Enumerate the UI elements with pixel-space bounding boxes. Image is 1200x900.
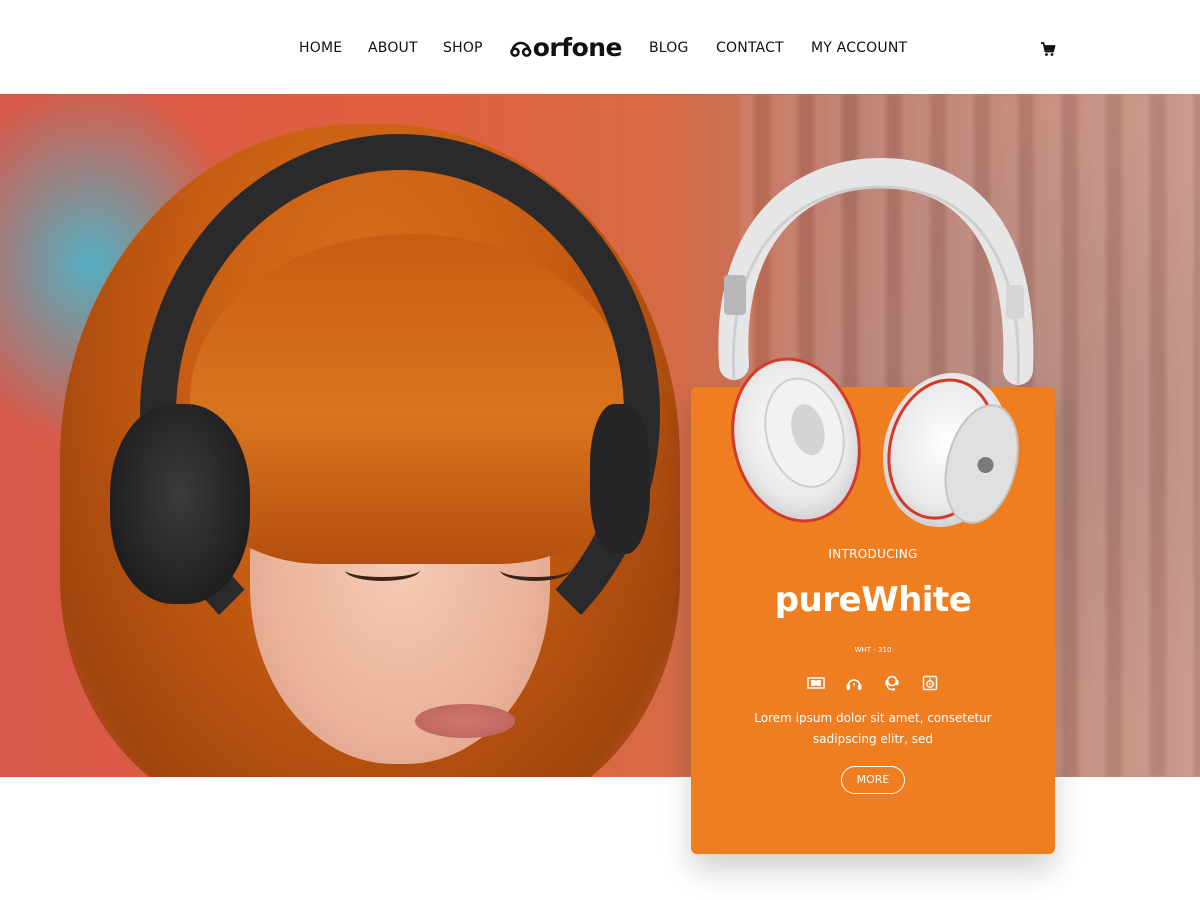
product-features: [691, 674, 1055, 692]
headphones-logo-icon: [510, 41, 532, 57]
nav-blog-link[interactable]: BLOG: [649, 40, 689, 56]
nav-about-link[interactable]: ABOUT: [368, 40, 418, 56]
product-model: WHT - 310: [854, 646, 892, 654]
cart-icon[interactable]: [1040, 41, 1056, 57]
site-logo[interactable]: orfone: [510, 30, 623, 66]
product-description: Lorem ipsum dolor sit amet, consetetur s…: [754, 711, 992, 746]
nav-contact-link[interactable]: CONTACT: [716, 40, 784, 56]
nav-my-account-link[interactable]: MY ACCOUNT: [811, 40, 907, 56]
logo-text: orfone: [532, 33, 623, 62]
product-eyebrow: INTRODUCING: [828, 547, 918, 561]
speaker-icon: [922, 675, 938, 691]
more-button[interactable]: MORE: [841, 766, 905, 794]
nav-shop-link[interactable]: SHOP: [443, 40, 483, 56]
nav-home-link[interactable]: HOME: [299, 40, 342, 56]
dolby-icon: [807, 677, 825, 689]
site-header: HOME ABOUT SHOP orfone BLOG CONTACT MY A…: [0, 0, 1200, 94]
mic-headset-icon: [885, 675, 899, 691]
white-headphones-image: [718, 157, 1034, 528]
product-title: pureWhite: [774, 580, 972, 620]
headset-icon: [846, 679, 862, 690]
